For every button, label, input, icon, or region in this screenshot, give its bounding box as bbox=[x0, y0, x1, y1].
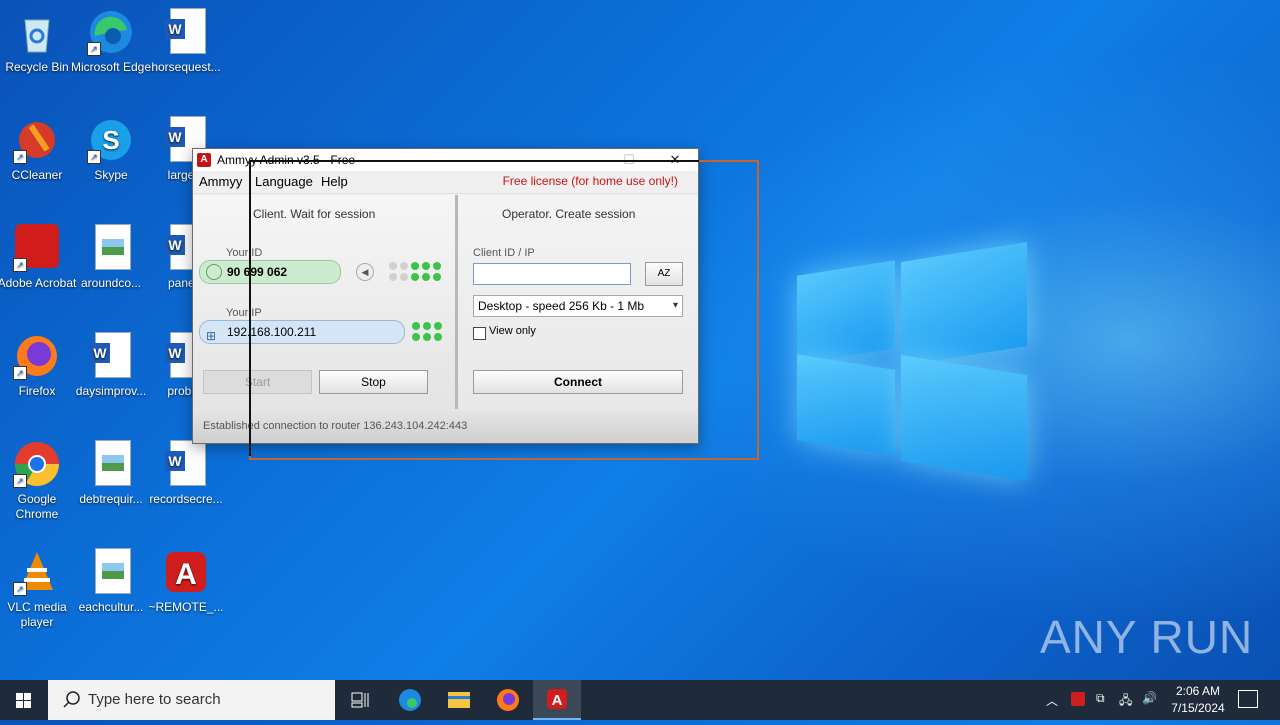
icon-label: Skype bbox=[94, 168, 128, 182]
ammyy-app-icon: A bbox=[162, 548, 210, 596]
windows-icon bbox=[16, 693, 31, 708]
vlc-icon: ↗ bbox=[13, 548, 61, 596]
desktop-icon-recycle-bin[interactable]: Recycle Bin bbox=[0, 8, 78, 75]
desktop-icon-remote[interactable]: A ~REMOTE_... bbox=[145, 548, 227, 615]
desktop-icon-horsequest[interactable]: W horsequest... bbox=[145, 8, 227, 75]
ccleaner-icon: ↗ bbox=[13, 116, 61, 164]
desktop-icon-google-chrome[interactable]: ↗ Google Chrome bbox=[0, 440, 78, 522]
folder-icon bbox=[448, 692, 470, 708]
word-document-icon: W bbox=[165, 440, 206, 486]
desktop-icon-recordsecre[interactable]: W recordsecre... bbox=[145, 440, 227, 507]
network-icon: ⊞ bbox=[206, 329, 217, 343]
icon-label: ~REMOTE_... bbox=[148, 600, 224, 614]
firefox-icon bbox=[497, 689, 519, 711]
icon-label: Recycle Bin bbox=[5, 60, 69, 74]
svg-text:S: S bbox=[102, 125, 119, 155]
desktop-icon-debtrequir[interactable]: debtrequir... bbox=[70, 440, 152, 507]
word-document-icon: W bbox=[90, 332, 131, 378]
taskbar-file-explorer[interactable] bbox=[435, 680, 483, 720]
acrobat-icon: ↗ bbox=[13, 224, 61, 272]
icon-label: horsequest... bbox=[151, 60, 221, 74]
menu-ammyy[interactable]: Ammyy bbox=[199, 174, 242, 189]
ammyy-app-icon: A bbox=[197, 153, 211, 167]
icon-label: Firefox bbox=[18, 384, 56, 398]
taskbar-search-box[interactable]: Type here to search bbox=[48, 680, 335, 720]
icon-label: daysimprov... bbox=[75, 384, 147, 398]
notifications-icon[interactable] bbox=[1238, 690, 1258, 708]
firefox-icon: ↗ bbox=[13, 332, 61, 380]
image-file-icon bbox=[95, 548, 131, 594]
desktop-icon-skype[interactable]: S ↗ Skype bbox=[70, 116, 152, 183]
icon-label: Google Chrome bbox=[15, 492, 59, 521]
chrome-icon: ↗ bbox=[13, 440, 61, 488]
search-placeholder: Type here to search bbox=[88, 691, 221, 708]
drag-outline-left bbox=[249, 160, 251, 456]
drag-outline-top bbox=[249, 160, 699, 162]
icon-label: VLC media player bbox=[7, 600, 67, 629]
ammyy-tray-icon[interactable] bbox=[1071, 692, 1085, 706]
meet-now-icon[interactable]: ⧉ bbox=[1096, 691, 1105, 706]
task-view-button[interactable] bbox=[336, 680, 384, 720]
svg-text:A: A bbox=[552, 692, 563, 709]
desktop-icon-aroundco[interactable]: aroundco... bbox=[70, 224, 152, 291]
start-button[interactable] bbox=[0, 680, 48, 720]
chevron-up-icon[interactable]: ︿ bbox=[1046, 692, 1058, 709]
icon-label: Microsoft Edge bbox=[70, 60, 152, 74]
icon-label: Adobe Acrobat bbox=[0, 276, 77, 290]
desktop-icon-eachcultur[interactable]: eachcultur... bbox=[70, 548, 152, 615]
desktop-icon-adobe-acrobat[interactable]: ↗ Adobe Acrobat bbox=[0, 224, 78, 291]
network-icon[interactable]: 🖧 bbox=[1119, 691, 1132, 712]
taskbar-firefox[interactable] bbox=[484, 680, 532, 720]
desktop-icon-firefox[interactable]: ↗ Firefox bbox=[0, 332, 78, 399]
clock-time: 2:06 AM bbox=[1175, 684, 1221, 698]
window-drag-outline bbox=[249, 160, 759, 460]
ammyy-app-icon: A bbox=[547, 689, 567, 709]
skype-icon: S ↗ bbox=[87, 116, 135, 164]
desktop-icon-ccleaner[interactable]: ↗ CCleaner bbox=[0, 116, 78, 183]
desktop-icon-daysimprov[interactable]: W daysimprov... bbox=[70, 332, 152, 399]
svg-text:A: A bbox=[175, 558, 197, 591]
edge-icon: ↗ bbox=[87, 8, 135, 56]
desktop-icon-microsoft-edge[interactable]: ↗ Microsoft Edge bbox=[70, 8, 152, 75]
word-document-icon: W bbox=[165, 8, 206, 54]
desktop-icon-vlc[interactable]: ↗ VLC media player bbox=[0, 548, 78, 630]
task-view-icon bbox=[351, 692, 369, 708]
recycle-bin-icon bbox=[13, 8, 61, 56]
clock[interactable]: 2:06 AM 7/15/2024 bbox=[1170, 684, 1226, 715]
image-file-icon bbox=[95, 440, 131, 486]
taskbar-edge[interactable] bbox=[386, 680, 434, 720]
clock-date: 7/15/2024 bbox=[1171, 701, 1225, 715]
volume-icon[interactable]: 🔊 bbox=[1142, 691, 1157, 705]
icon-label: aroundco... bbox=[80, 276, 142, 290]
edge-icon bbox=[399, 689, 421, 711]
icon-label: CCleaner bbox=[11, 168, 63, 182]
icon-label: recordsecre... bbox=[149, 492, 223, 506]
anyrun-watermark: ANY RUN bbox=[1040, 611, 1254, 663]
computer-icon bbox=[206, 264, 222, 280]
taskbar-ammyy-admin[interactable]: A bbox=[533, 680, 581, 720]
image-file-icon bbox=[95, 224, 131, 270]
icon-label: debtrequir... bbox=[79, 492, 143, 506]
icon-label: eachcultur... bbox=[78, 600, 144, 614]
taskbar: Type here to search A ︿ ⧉ 🖧 🔊 2:06 AM 7/… bbox=[0, 680, 1280, 720]
